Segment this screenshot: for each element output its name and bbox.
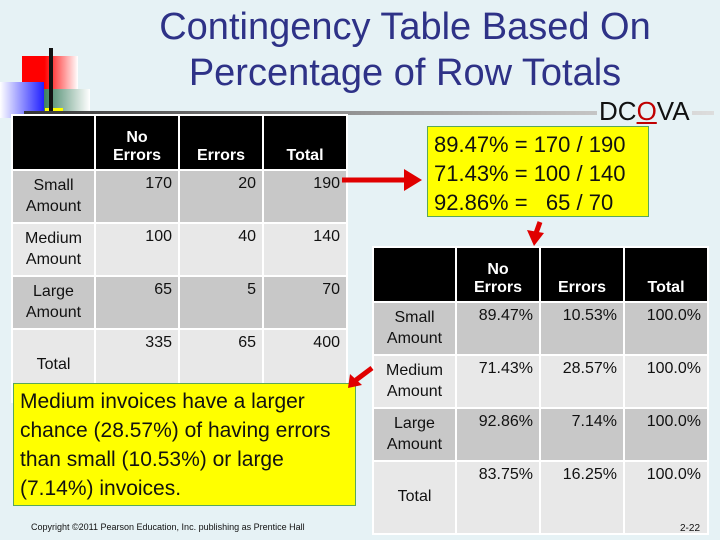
table-row: Total 83.75% 16.25% 100.0% — [374, 462, 707, 533]
header-cell: No Errors — [96, 116, 178, 169]
table-cell: 71.43% — [457, 356, 539, 407]
table-cell: 170 — [96, 171, 178, 222]
slide-title-line-2: Percentage of Row Totals — [188, 52, 622, 94]
row-label: Large Amount — [13, 277, 94, 328]
table-cell: 100.0% — [625, 356, 707, 407]
table-cell: 65 — [96, 277, 178, 328]
table-cell: 40 — [180, 224, 262, 275]
slide-title-line-1: Contingency Table Based On — [159, 6, 651, 48]
insight-callout: Medium invoices have a larger chance (28… — [13, 383, 356, 506]
table-cell: 190 — [264, 171, 346, 222]
calculation-callout: 89.47% = 170 / 190 71.43% = 100 / 140 92… — [427, 126, 649, 217]
slide-title: Contingency Table Based On Percentage of… — [105, 4, 705, 96]
header-cell: Errors — [180, 116, 262, 169]
right-arrow-icon — [342, 169, 422, 191]
percent-table: No Errors Errors Total Small Amount 89.4… — [372, 246, 709, 535]
table-cell: 28.57% — [541, 356, 623, 407]
header-cell — [374, 248, 455, 301]
table-header-row: No Errors Errors Total — [374, 248, 707, 301]
table-cell: 70 — [264, 277, 346, 328]
calculation-line: 92.86% = 65 / 70 — [434, 190, 614, 215]
header-cell: No Errors — [457, 248, 539, 301]
table-cell: 100.0% — [625, 409, 707, 460]
table-cell: 5 — [180, 277, 262, 328]
header-cell — [13, 116, 94, 169]
table-cell: 83.75% — [457, 462, 539, 533]
table-cell: 100.0% — [625, 303, 707, 354]
row-label: Medium Amount — [374, 356, 455, 407]
table-cell: 10.53% — [541, 303, 623, 354]
page-number: 2-22 — [680, 523, 701, 534]
table-cell: 89.47% — [457, 303, 539, 354]
table-cell: 140 — [264, 224, 346, 275]
table-cell: 20 — [180, 171, 262, 222]
table-row: Small Amount 170 20 190 — [13, 171, 346, 222]
calculation-line: 89.47% = 170 / 190 — [434, 132, 626, 157]
table-row: Small Amount 89.47% 10.53% 100.0% — [374, 303, 707, 354]
row-label: Large Amount — [374, 409, 455, 460]
dcova-tag: DCOVA — [597, 96, 692, 127]
dcova-highlight: O — [636, 96, 657, 126]
header-cell: Errors — [541, 248, 623, 301]
table-cell: 16.25% — [541, 462, 623, 533]
down-arrow-icon — [527, 221, 544, 246]
header-cell: Total — [625, 248, 707, 301]
counts-table: No Errors Errors Total Small Amount 170 … — [11, 114, 348, 403]
table-header-row: No Errors Errors Total — [13, 116, 346, 169]
table-row: Medium Amount 100 40 140 — [13, 224, 346, 275]
table-row: Large Amount 92.86% 7.14% 100.0% — [374, 409, 707, 460]
row-label: Small Amount — [374, 303, 455, 354]
dcova-suffix: VA — [656, 96, 690, 126]
dcova-prefix: DC — [599, 96, 637, 126]
calculation-line: 71.43% = 100 / 140 — [434, 161, 626, 186]
table-row: Medium Amount 71.43% 28.57% 100.0% — [374, 356, 707, 407]
table-row: Large Amount 65 5 70 — [13, 277, 346, 328]
copyright-text: Copyright ©2011 Pearson Education, Inc. … — [31, 522, 305, 532]
table-cell: 100 — [96, 224, 178, 275]
row-label: Medium Amount — [13, 224, 94, 275]
row-label: Small Amount — [13, 171, 94, 222]
header-cell: Total — [264, 116, 346, 169]
table-cell: 92.86% — [457, 409, 539, 460]
decorative-logo-icon — [0, 44, 95, 118]
table-cell: 7.14% — [541, 409, 623, 460]
row-label: Total — [374, 462, 455, 533]
